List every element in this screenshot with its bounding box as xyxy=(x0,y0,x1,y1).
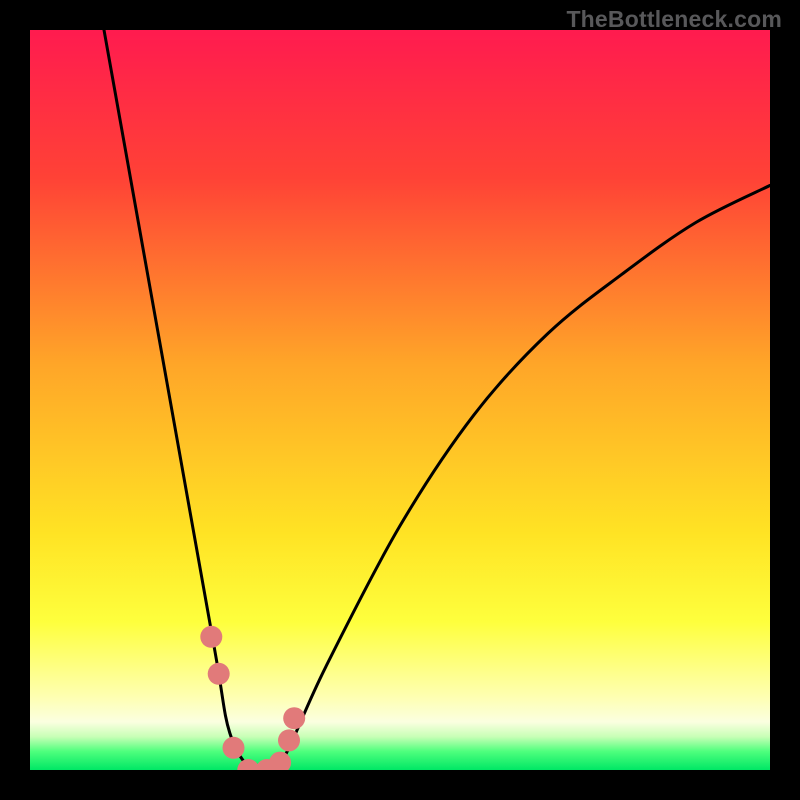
marker-dot xyxy=(278,729,300,751)
highlight-points xyxy=(200,626,305,770)
marker-dot xyxy=(200,626,222,648)
watermark-text: TheBottleneck.com xyxy=(566,6,782,33)
marker-dot xyxy=(269,752,291,770)
marker-dot xyxy=(223,737,245,759)
curve-layer xyxy=(30,30,770,770)
marker-dot xyxy=(208,663,230,685)
plot-area xyxy=(30,30,770,770)
marker-dot xyxy=(283,707,305,729)
chart-canvas: TheBottleneck.com xyxy=(0,0,800,800)
bottleneck-curve xyxy=(104,30,770,770)
